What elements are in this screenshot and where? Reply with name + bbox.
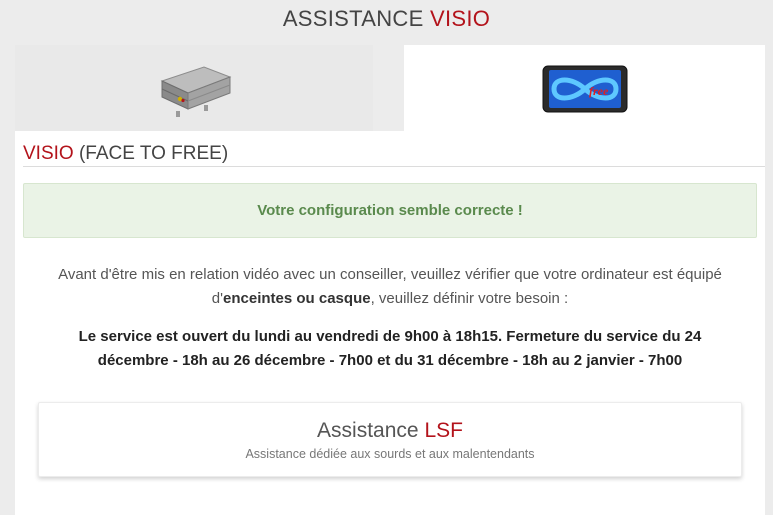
- page-title-main: ASSISTANCE: [282, 6, 430, 31]
- main-panel: VISIO (FACE TO FREE) Votre configuration…: [15, 131, 765, 515]
- tab-free-tablet[interactable]: free: [404, 45, 765, 133]
- success-alert: Votre configuration semble correcte !: [23, 183, 757, 238]
- page-title-accent: VISIO: [429, 6, 491, 31]
- freebox-server-icon: [160, 66, 232, 117]
- service-hours: Le service est ouvert du lundi au vendre…: [78, 328, 702, 369]
- success-alert-message: Votre configuration semble correcte !: [257, 202, 523, 219]
- section-title: VISIO (FACE TO FREE): [23, 143, 228, 165]
- section-divider: [23, 166, 765, 167]
- section-title-rest: (FACE TO FREE): [73, 143, 229, 164]
- intro-bold: enceintes ou casque: [223, 290, 371, 307]
- page-title: ASSISTANCE VISIO: [0, 6, 773, 32]
- device-tabs: free: [15, 45, 765, 133]
- lsf-assistance-button[interactable]: Assistance LSF Assistance dédiée aux sou…: [38, 402, 742, 477]
- section-title-accent: VISIO: [23, 143, 74, 164]
- intro-part2: , veuillez définir votre besoin :: [370, 290, 569, 307]
- intro-text: Avant d'être mis en relation vidéo avec …: [45, 263, 735, 311]
- lsf-card-title-accent: LSF: [424, 419, 463, 442]
- free-tablet-icon: free: [542, 65, 627, 113]
- lsf-card-subtitle: Assistance dédiée aux sourds et aux male…: [245, 447, 535, 461]
- lsf-card-title-main: Assistance: [317, 419, 425, 442]
- tab-freebox-server[interactable]: [15, 45, 373, 133]
- svg-text:free: free: [589, 84, 609, 98]
- lsf-card-title: Assistance LSF: [39, 419, 741, 443]
